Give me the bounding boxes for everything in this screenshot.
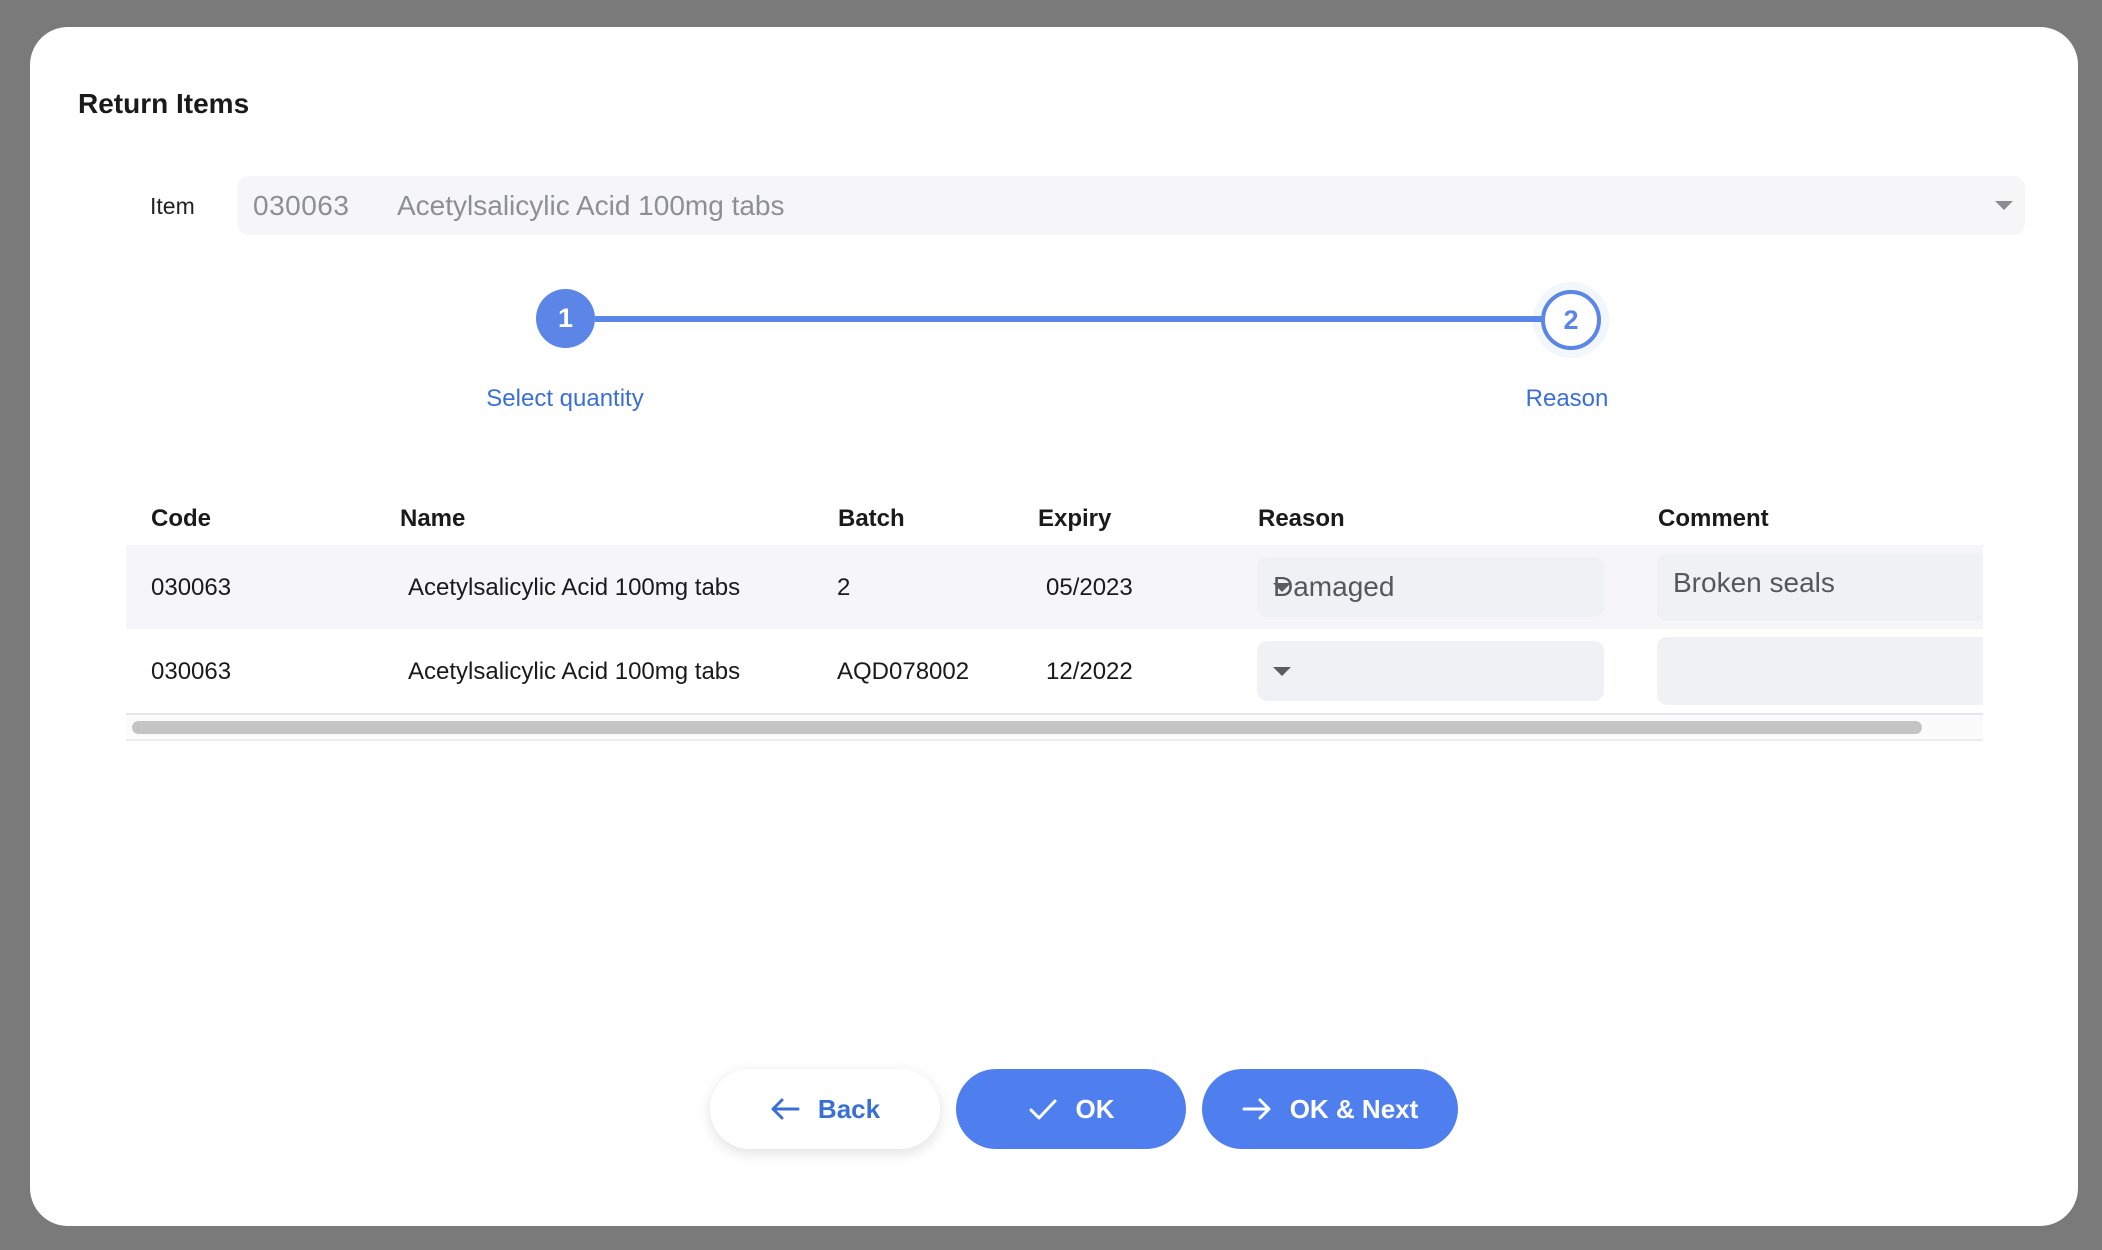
header-code: Code <box>151 505 211 532</box>
comment-input[interactable] <box>1657 637 1983 705</box>
cell-name: Acetylsalicylic Acid 100mg tabs <box>408 574 741 601</box>
comment-input[interactable]: Broken seals <box>1657 553 1983 621</box>
header-name: Name <box>400 505 466 532</box>
item-select[interactable]: 030063 Acetylsalicylic Acid 100mg tabs <box>237 176 2025 235</box>
arrow-right-icon <box>1242 1098 1271 1120</box>
reason-select[interactable] <box>1257 641 1604 701</box>
ok-next-button[interactable]: OK & Next <box>1202 1069 1458 1149</box>
ok-button[interactable]: OK <box>956 1069 1186 1149</box>
check-icon <box>1029 1099 1056 1120</box>
table-row: 030063 Acetylsalicylic Acid 100mg tabs A… <box>126 629 1983 715</box>
item-code: 030063 <box>253 189 350 221</box>
reason-value: Damaged <box>1273 571 1395 602</box>
return-items-dialog: Return Items Item 030063 Acetylsalicylic… <box>30 27 2078 1226</box>
step-1-label[interactable]: Select quantity <box>486 385 643 413</box>
item-label: Item <box>150 193 195 219</box>
stepper-connector <box>595 316 1575 322</box>
step-2-label[interactable]: Reason <box>1526 385 1609 413</box>
header-comment: Comment <box>1658 505 1769 532</box>
header-batch: Batch <box>838 505 905 532</box>
table-row: 030063 Acetylsalicylic Acid 100mg tabs 2… <box>126 545 1983 629</box>
caret-down-icon <box>1995 201 2013 210</box>
ok-label: OK <box>1075 1093 1115 1124</box>
return-lines-table: Code Name Batch Expiry Reason Comment 03… <box>126 497 1983 747</box>
arrow-left-icon <box>771 1098 800 1120</box>
item-name: Acetylsalicylic Acid 100mg tabs <box>397 189 785 221</box>
step-1-indicator[interactable]: 1 <box>536 289 595 348</box>
step-2-indicator[interactable]: 2 <box>1541 290 1601 350</box>
scrollbar-thumb[interactable] <box>132 721 1922 734</box>
caret-down-icon <box>1273 667 1291 676</box>
comment-value: Broken seals <box>1673 567 1835 598</box>
cell-expiry: 05/2023 <box>1046 574 1133 601</box>
cell-batch: 2 <box>837 574 851 601</box>
caret-down-icon <box>1273 583 1291 592</box>
cell-code: 030063 <box>151 658 232 685</box>
cell-batch: AQD078002 <box>837 658 970 685</box>
back-button[interactable]: Back <box>710 1069 940 1149</box>
back-label: Back <box>817 1093 881 1124</box>
reason-select[interactable]: Damaged <box>1257 557 1604 617</box>
cell-name: Acetylsalicylic Acid 100mg tabs <box>408 658 741 685</box>
cell-expiry: 12/2022 <box>1046 658 1133 685</box>
dialog-title: Return Items <box>78 88 250 119</box>
ok-next-label: OK & Next <box>1289 1093 1419 1124</box>
horizontal-scrollbar[interactable] <box>126 715 1983 741</box>
header-reason: Reason <box>1258 505 1345 532</box>
header-expiry: Expiry <box>1038 505 1112 532</box>
cell-code: 030063 <box>151 574 232 601</box>
